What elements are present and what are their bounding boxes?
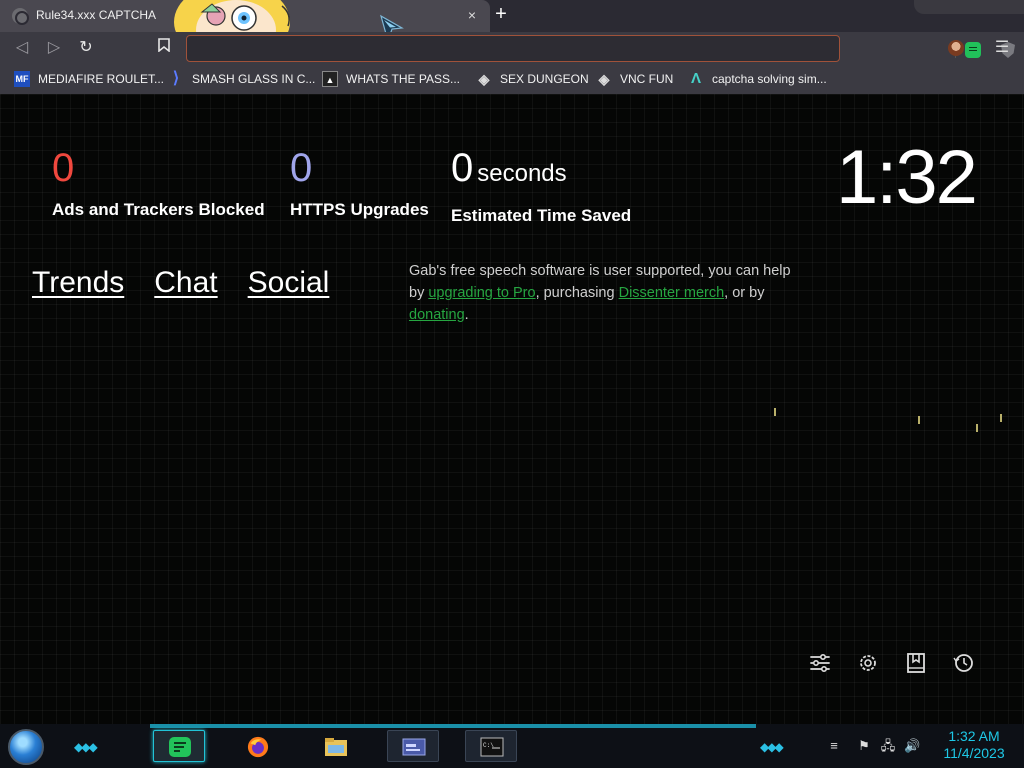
gab-text-4: .	[464, 307, 469, 323]
taskbar-accent-band	[150, 724, 756, 728]
tab-strip: Rule34.xxx CAPTCHA × +	[0, 0, 1024, 32]
bookmark-captcha-solving[interactable]: Λ captcha solving sim...	[688, 64, 827, 94]
bookmark-label: MEDIAFIRE ROULET...	[38, 72, 165, 86]
back-icon[interactable]: ◁	[12, 38, 32, 58]
start-button[interactable]	[8, 729, 44, 765]
taskbar-item-file-explorer[interactable]	[309, 730, 361, 762]
terminal-icon: C:\	[480, 737, 504, 757]
dissenter-extension-icon[interactable]	[965, 42, 981, 58]
stat-time-saved: 0 seconds Estimated Time Saved	[451, 146, 631, 226]
gab-text-3: , or by	[724, 285, 765, 301]
taskbar: ◆◆◆ ◆◆◆ C:\ ≡ ⚑ 🖧 🔊 1:32 AM 11/4/2023	[0, 724, 1024, 768]
tab-title: Rule34.xxx CAPTCHA	[36, 8, 157, 22]
bookmark-smash-glass[interactable]: ⟩ SMASH GLASS IN C...	[168, 64, 316, 94]
bookmark-vnc-fun[interactable]: ◈ VNC FUN	[596, 64, 674, 94]
bookmark-label: WHATS THE PASS...	[346, 72, 461, 86]
new-tab-button[interactable]: +	[490, 4, 512, 26]
folder-icon	[325, 738, 347, 756]
settings-gear-icon[interactable]	[857, 652, 879, 674]
taskbar-item-firefox[interactable]	[231, 730, 283, 762]
dissenter-app-icon	[169, 737, 191, 757]
taskbar-item-control-panel[interactable]	[387, 730, 439, 762]
mediafire-icon: MF	[14, 71, 30, 87]
stat-https-upgrades: 0 HTTPS Upgrades	[290, 146, 429, 220]
address-bar[interactable]	[186, 35, 1015, 62]
bookmark-sex-dungeon[interactable]: ◈ SEX DUNGEON	[476, 64, 589, 94]
clock: 1:32	[836, 135, 978, 220]
lambda-icon: Λ	[690, 70, 701, 87]
chevrons-icon: ◆◆◆	[74, 740, 98, 754]
taskbar-item-command-prompt[interactable]: C:\	[465, 730, 517, 762]
taskbar-item-dissenter[interactable]	[153, 730, 205, 762]
globe-icon	[12, 8, 29, 25]
trends-link[interactable]: Trends	[32, 266, 124, 300]
tab-close-button[interactable]: ×	[464, 6, 480, 24]
bookmark-whats-the-pass[interactable]: ▲ WHATS THE PASS...	[322, 64, 460, 94]
bookmark-label: SMASH GLASS IN C...	[192, 72, 316, 86]
ads-blocked-count: 0	[52, 146, 75, 190]
bookmark-mediafire-roulette[interactable]: MF MEDIAFIRE ROULET...	[14, 64, 164, 94]
history-icon[interactable]	[953, 652, 975, 674]
donating-link[interactable]: donating	[409, 307, 465, 323]
gab-support-message: Gab's free speech software is user suppo…	[409, 260, 809, 326]
time-saved-count: 0	[451, 146, 474, 190]
ntp-links: Trends Chat Social	[32, 266, 329, 300]
https-upgrades-count: 0	[290, 146, 313, 190]
chat-link[interactable]: Chat	[154, 266, 217, 300]
tray-bars-icon[interactable]: ≡	[826, 738, 842, 754]
bookmarks-bar: MF MEDIAFIRE ROULET... ⟩ SMASH GLASS IN …	[0, 64, 1024, 94]
chevrons-icon: ◆◆◆	[760, 740, 784, 754]
bookmarks-icon[interactable]	[905, 652, 927, 674]
ads-blocked-label: Ads and Trackers Blocked	[52, 200, 265, 219]
reload-icon[interactable]: ↻	[76, 38, 96, 58]
menu-icon[interactable]: ☰	[992, 38, 1012, 58]
time-saved-label: Estimated Time Saved	[451, 206, 632, 225]
time-saved-value: 0 seconds	[451, 146, 631, 196]
forward-icon[interactable]: ▷	[44, 38, 64, 58]
social-link[interactable]: Social	[248, 266, 330, 300]
background-sparkle	[1000, 414, 1002, 422]
window-controls[interactable]	[914, 0, 1024, 14]
bookmark-icon[interactable]	[154, 38, 174, 58]
gab-text-2: , purchasing	[535, 285, 619, 301]
cube-icon: ◈	[598, 71, 610, 87]
firefox-icon	[247, 736, 269, 758]
flag-icon[interactable]: ⚑	[856, 738, 872, 754]
taskbar-clock[interactable]: 1:32 AM 11/4/2023	[934, 728, 1014, 762]
stat-ads-blocked: 0 Ads and Trackers Blocked	[52, 146, 265, 220]
volume-icon[interactable]: 🔊	[904, 738, 920, 754]
taskbar-date: 11/4/2023	[943, 745, 1005, 761]
bookmark-label: captcha solving sim...	[712, 72, 827, 86]
bookmark-label: VNC FUN	[620, 72, 674, 86]
time-saved-unit: seconds	[477, 160, 567, 187]
customize-icon[interactable]	[809, 652, 831, 674]
background-sparkle	[976, 424, 978, 432]
bookmark-glyph-icon	[158, 38, 170, 53]
new-tab-page: 0 Ads and Trackers Blocked 0 HTTPS Upgra…	[0, 94, 1024, 724]
upgrade-pro-link[interactable]: upgrading to Pro	[428, 285, 535, 301]
browser-toolbar: ◁ ▷ ↻ ☰	[0, 32, 1024, 64]
window-app-icon	[402, 738, 426, 756]
network-icon[interactable]: 🖧	[880, 738, 896, 754]
https-upgrades-label: HTTPS Upgrades	[290, 200, 429, 219]
cube-icon: ◈	[478, 71, 490, 87]
password-icon: ▲	[322, 71, 338, 87]
bookmark-label: SEX DUNGEON	[500, 72, 589, 86]
smash-icon: ⟩	[172, 70, 180, 87]
profile-avatar[interactable]	[948, 40, 964, 56]
background-sparkle	[918, 416, 920, 424]
taskbar-time: 1:32 AM	[948, 728, 1000, 744]
background-sparkle	[774, 408, 776, 416]
dissenter-merch-link[interactable]: Dissenter merch	[619, 285, 725, 301]
